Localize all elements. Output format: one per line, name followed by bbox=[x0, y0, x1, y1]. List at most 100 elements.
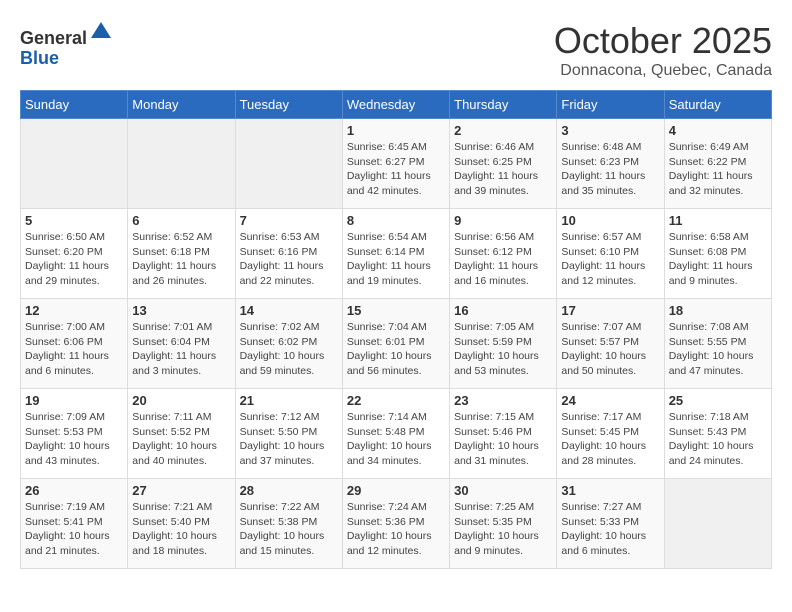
day-info: Sunrise: 7:22 AM Sunset: 5:38 PM Dayligh… bbox=[240, 500, 338, 559]
day-number: 4 bbox=[669, 123, 767, 138]
calendar-table: SundayMondayTuesdayWednesdayThursdayFrid… bbox=[20, 90, 772, 569]
day-info: Sunrise: 7:12 AM Sunset: 5:50 PM Dayligh… bbox=[240, 410, 338, 469]
header-day: Sunday bbox=[21, 91, 128, 119]
day-number: 14 bbox=[240, 303, 338, 318]
header-row: SundayMondayTuesdayWednesdayThursdayFrid… bbox=[21, 91, 772, 119]
calendar-cell bbox=[21, 119, 128, 209]
day-info: Sunrise: 7:08 AM Sunset: 5:55 PM Dayligh… bbox=[669, 320, 767, 379]
day-info: Sunrise: 7:25 AM Sunset: 5:35 PM Dayligh… bbox=[454, 500, 552, 559]
calendar-cell bbox=[128, 119, 235, 209]
day-info: Sunrise: 7:05 AM Sunset: 5:59 PM Dayligh… bbox=[454, 320, 552, 379]
calendar-cell: 7Sunrise: 6:53 AM Sunset: 6:16 PM Daylig… bbox=[235, 209, 342, 299]
day-number: 26 bbox=[25, 483, 123, 498]
day-number: 23 bbox=[454, 393, 552, 408]
calendar-cell: 8 Sunrise: 6:54 AM Sunset: 6:14 PM Daylig… bbox=[342, 209, 449, 299]
day-number: 24 bbox=[561, 393, 659, 408]
calendar-cell: 10 Sunrise: 6:57 AM Sunset: 6:10 PM Dayli… bbox=[557, 209, 664, 299]
day-info: Sunrise: 6:58 AM Sunset: 6:08 PM Dayligh… bbox=[669, 230, 767, 289]
day-info: Sunrise: 6:57 AM Sunset: 6:10 PM Dayligh… bbox=[561, 230, 659, 289]
calendar-cell: 15Sunrise: 7:04 AM Sunset: 6:01 PM Dayli… bbox=[342, 299, 449, 389]
day-info: Sunrise: 7:11 AM Sunset: 5:52 PM Dayligh… bbox=[132, 410, 230, 469]
calendar-cell bbox=[235, 119, 342, 209]
day-number: 27 bbox=[132, 483, 230, 498]
calendar-week-row: 19 Sunrise: 7:09 AM Sunset: 5:53 PM Dayli… bbox=[21, 389, 772, 479]
day-number: 11 bbox=[669, 213, 767, 228]
calendar-cell: 4 Sunrise: 6:49 AM Sunset: 6:22 PM Daylig… bbox=[664, 119, 771, 209]
logo-general: General bbox=[20, 28, 87, 48]
header-day: Tuesday bbox=[235, 91, 342, 119]
day-info: Sunrise: 7:01 AM Sunset: 6:04 PM Dayligh… bbox=[132, 320, 230, 379]
day-number: 19 bbox=[25, 393, 123, 408]
logo: General Blue bbox=[20, 20, 113, 69]
calendar-cell: 29 Sunrise: 7:24 AM Sunset: 5:36 PM Dayli… bbox=[342, 479, 449, 569]
day-info: Sunrise: 7:00 AM Sunset: 6:06 PM Dayligh… bbox=[25, 320, 123, 379]
calendar-cell: 2 Sunrise: 6:46 AM Sunset: 6:25 PM Daylig… bbox=[450, 119, 557, 209]
calendar-cell: 13 Sunrise: 7:01 AM Sunset: 6:04 PM Dayli… bbox=[128, 299, 235, 389]
calendar-cell: 3 Sunrise: 6:48 AM Sunset: 6:23 PM Daylig… bbox=[557, 119, 664, 209]
day-number: 31 bbox=[561, 483, 659, 498]
calendar-cell: 31 Sunrise: 7:27 AM Sunset: 5:33 PM Dayli… bbox=[557, 479, 664, 569]
day-number: 25 bbox=[669, 393, 767, 408]
day-info: Sunrise: 6:52 AM Sunset: 6:18 PM Dayligh… bbox=[132, 230, 230, 289]
day-number: 10 bbox=[561, 213, 659, 228]
calendar-cell: 19 Sunrise: 7:09 AM Sunset: 5:53 PM Dayli… bbox=[21, 389, 128, 479]
calendar-cell: 20Sunrise: 7:11 AM Sunset: 5:52 PM Dayli… bbox=[128, 389, 235, 479]
day-number: 8 bbox=[347, 213, 445, 228]
day-info: Sunrise: 6:49 AM Sunset: 6:22 PM Dayligh… bbox=[669, 140, 767, 199]
month-title: October 2025 bbox=[554, 20, 772, 62]
day-number: 21 bbox=[240, 393, 338, 408]
day-info: Sunrise: 6:48 AM Sunset: 6:23 PM Dayligh… bbox=[561, 140, 659, 199]
day-number: 7 bbox=[240, 213, 338, 228]
day-info: Sunrise: 7:14 AM Sunset: 5:48 PM Dayligh… bbox=[347, 410, 445, 469]
calendar-week-row: 12Sunrise: 7:00 AM Sunset: 6:06 PM Dayli… bbox=[21, 299, 772, 389]
calendar-cell: 23Sunrise: 7:15 AM Sunset: 5:46 PM Dayli… bbox=[450, 389, 557, 479]
title-block: October 2025 Donnacona, Quebec, Canada bbox=[554, 20, 772, 80]
location: Donnacona, Quebec, Canada bbox=[554, 62, 772, 80]
day-info: Sunrise: 7:09 AM Sunset: 5:53 PM Dayligh… bbox=[25, 410, 123, 469]
calendar-week-row: 1Sunrise: 6:45 AM Sunset: 6:27 PM Daylig… bbox=[21, 119, 772, 209]
day-info: Sunrise: 6:54 AM Sunset: 6:14 PM Dayligh… bbox=[347, 230, 445, 289]
day-number: 2 bbox=[454, 123, 552, 138]
calendar-cell: 25 Sunrise: 7:18 AM Sunset: 5:43 PM Dayli… bbox=[664, 389, 771, 479]
day-number: 16 bbox=[454, 303, 552, 318]
day-info: Sunrise: 6:46 AM Sunset: 6:25 PM Dayligh… bbox=[454, 140, 552, 199]
day-number: 13 bbox=[132, 303, 230, 318]
header-day: Friday bbox=[557, 91, 664, 119]
calendar-cell: 11 Sunrise: 6:58 AM Sunset: 6:08 PM Dayli… bbox=[664, 209, 771, 299]
calendar-cell: 16 Sunrise: 7:05 AM Sunset: 5:59 PM Dayli… bbox=[450, 299, 557, 389]
calendar-week-row: 5 Sunrise: 6:50 AM Sunset: 6:20 PM Daylig… bbox=[21, 209, 772, 299]
day-number: 18 bbox=[669, 303, 767, 318]
calendar-cell: 30Sunrise: 7:25 AM Sunset: 5:35 PM Dayli… bbox=[450, 479, 557, 569]
logo-icon bbox=[89, 20, 113, 44]
calendar-cell: 14Sunrise: 7:02 AM Sunset: 6:02 PM Dayli… bbox=[235, 299, 342, 389]
header-day: Wednesday bbox=[342, 91, 449, 119]
day-info: Sunrise: 7:24 AM Sunset: 5:36 PM Dayligh… bbox=[347, 500, 445, 559]
day-info: Sunrise: 7:27 AM Sunset: 5:33 PM Dayligh… bbox=[561, 500, 659, 559]
day-info: Sunrise: 6:50 AM Sunset: 6:20 PM Dayligh… bbox=[25, 230, 123, 289]
day-number: 3 bbox=[561, 123, 659, 138]
calendar-cell: 5 Sunrise: 6:50 AM Sunset: 6:20 PM Daylig… bbox=[21, 209, 128, 299]
day-info: Sunrise: 7:07 AM Sunset: 5:57 PM Dayligh… bbox=[561, 320, 659, 379]
header-day: Monday bbox=[128, 91, 235, 119]
day-info: Sunrise: 7:17 AM Sunset: 5:45 PM Dayligh… bbox=[561, 410, 659, 469]
day-number: 28 bbox=[240, 483, 338, 498]
header-day: Saturday bbox=[664, 91, 771, 119]
calendar-cell: 1Sunrise: 6:45 AM Sunset: 6:27 PM Daylig… bbox=[342, 119, 449, 209]
day-info: Sunrise: 7:19 AM Sunset: 5:41 PM Dayligh… bbox=[25, 500, 123, 559]
day-number: 17 bbox=[561, 303, 659, 318]
calendar-cell: 26 Sunrise: 7:19 AM Sunset: 5:41 PM Dayli… bbox=[21, 479, 128, 569]
day-number: 5 bbox=[25, 213, 123, 228]
day-info: Sunrise: 7:21 AM Sunset: 5:40 PM Dayligh… bbox=[132, 500, 230, 559]
calendar-cell: 22 Sunrise: 7:14 AM Sunset: 5:48 PM Dayli… bbox=[342, 389, 449, 479]
calendar-cell: 28 Sunrise: 7:22 AM Sunset: 5:38 PM Dayli… bbox=[235, 479, 342, 569]
calendar-cell: 9Sunrise: 6:56 AM Sunset: 6:12 PM Daylig… bbox=[450, 209, 557, 299]
day-number: 22 bbox=[347, 393, 445, 408]
day-info: Sunrise: 7:04 AM Sunset: 6:01 PM Dayligh… bbox=[347, 320, 445, 379]
day-info: Sunrise: 6:56 AM Sunset: 6:12 PM Dayligh… bbox=[454, 230, 552, 289]
day-info: Sunrise: 7:18 AM Sunset: 5:43 PM Dayligh… bbox=[669, 410, 767, 469]
calendar-cell: 6Sunrise: 6:52 AM Sunset: 6:18 PM Daylig… bbox=[128, 209, 235, 299]
day-number: 29 bbox=[347, 483, 445, 498]
calendar-cell: 27 Sunrise: 7:21 AM Sunset: 5:40 PM Dayli… bbox=[128, 479, 235, 569]
calendar-cell: 12Sunrise: 7:00 AM Sunset: 6:06 PM Dayli… bbox=[21, 299, 128, 389]
calendar-cell: 24 Sunrise: 7:17 AM Sunset: 5:45 PM Dayli… bbox=[557, 389, 664, 479]
